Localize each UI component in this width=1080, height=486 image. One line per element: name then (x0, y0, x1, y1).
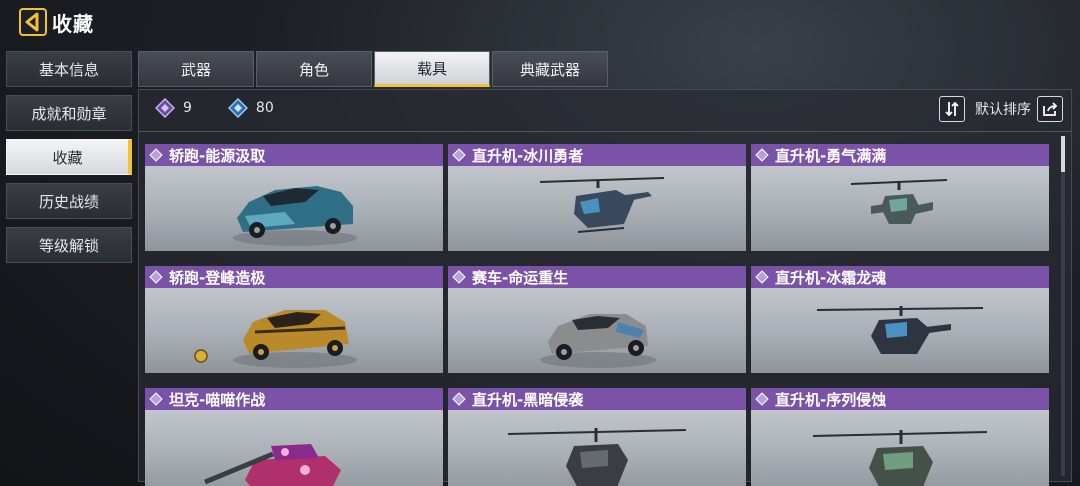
sports-car-image (233, 186, 357, 246)
card-title-bar: 轿跑-能源汲取 (145, 144, 443, 166)
sidebar-item-label: 等级解锁 (38, 236, 99, 255)
vehicle-name: 轿跑-登峰造极 (169, 268, 266, 287)
purple-diamond-icon (155, 98, 175, 118)
helicopter-image (539, 177, 665, 233)
vehicle-name: 赛车-命运重生 (472, 268, 569, 287)
share-icon (1043, 102, 1058, 116)
vehicle-preview (145, 166, 443, 251)
card-title-bar: 直升机-勇气满满 (751, 144, 1049, 166)
tab-label: 载具 (416, 59, 447, 78)
vehicle-card[interactable]: 直升机-勇气满满 (751, 144, 1049, 251)
sidebar-item-label: 成就和勋章 (31, 104, 107, 123)
vehicle-preview (448, 410, 746, 486)
sidebar-item-match-history[interactable]: 历史战绩 (6, 183, 132, 219)
rarity-diamond-icon (755, 392, 769, 406)
rarity-diamond-icon (755, 270, 769, 284)
vehicle-card[interactable]: 赛车-命运重生 (448, 266, 746, 373)
vehicle-card[interactable]: 轿跑-登峰造极 (145, 266, 443, 373)
card-title-bar: 赛车-命运重生 (448, 266, 746, 288)
card-title-bar: 直升机-冰川勇者 (448, 144, 746, 166)
rarity-diamond-icon (149, 392, 163, 406)
rarity-counts: 9 80 (155, 98, 300, 118)
tab-label: 典藏武器 (519, 60, 580, 79)
blue-count: 80 (227, 98, 274, 118)
tab-label: 角色 (298, 60, 329, 79)
card-title-bar: 坦克-喵喵作战 (145, 388, 443, 410)
sidebar-item-achievements[interactable]: 成就和勋章 (6, 95, 132, 131)
card-title-bar: 直升机-黑暗侵袭 (448, 388, 746, 410)
rarity-diamond-icon (149, 148, 163, 162)
sidebar: 基本信息 成就和勋章 收藏 历史战绩 等级解锁 (6, 51, 134, 271)
vehicle-name: 轿跑-能源汲取 (169, 146, 266, 165)
vehicle-preview (751, 288, 1049, 373)
rarity-diamond-icon (452, 270, 466, 284)
vehicle-card[interactable]: 坦克-喵喵作战 (145, 388, 443, 486)
vehicle-card[interactable]: 直升机-黑暗侵袭 (448, 388, 746, 486)
grid-scrollbar[interactable] (1061, 136, 1065, 476)
sort-label[interactable]: 默认排序 (975, 99, 1031, 119)
vehicle-name: 直升机-冰川勇者 (472, 146, 584, 165)
helicopter-image (812, 430, 988, 486)
blue-count-value: 80 (255, 100, 274, 116)
sidebar-item-level-unlock[interactable]: 等级解锁 (6, 227, 132, 263)
card-title-bar: 直升机-冰霜龙魂 (751, 266, 1049, 288)
sort-controls: 默认排序 (939, 96, 1063, 122)
tab-label: 武器 (180, 60, 211, 79)
collection-panel: 9 80 默认排序 轿跑-能源汲取 直升机-冰川勇者 直升机-勇气满满 轿跑-登… (138, 89, 1072, 486)
vehicle-name: 直升机-序列侵蚀 (775, 390, 887, 409)
back-button[interactable] (18, 7, 48, 37)
helicopter-image (816, 306, 984, 354)
vehicle-preview (751, 410, 1049, 486)
purple-count: 9 (155, 98, 192, 118)
vehicle-card[interactable]: 直升机-冰川勇者 (448, 144, 746, 251)
blue-diamond-icon (227, 98, 248, 118)
vehicle-preview (145, 410, 443, 486)
scroll-thumb[interactable] (1061, 136, 1065, 172)
vehicle-card[interactable]: 直升机-冰霜龙魂 (751, 266, 1049, 373)
header: 收藏 (0, 0, 1080, 44)
tab-weapons[interactable]: 武器 (138, 51, 254, 87)
tab-vehicles[interactable]: 载具 (374, 51, 490, 87)
rarity-diamond-icon (755, 148, 769, 162)
sort-arrows-icon (945, 101, 959, 117)
vehicle-name: 直升机-黑暗侵袭 (472, 390, 584, 409)
tab-characters[interactable]: 角色 (256, 51, 372, 87)
sort-toggle-button[interactable] (939, 96, 965, 122)
rarity-diamond-icon (149, 270, 163, 284)
card-title-bar: 轿跑-登峰造极 (145, 266, 443, 288)
tab-legendary-weapons[interactable]: 典藏武器 (492, 51, 608, 87)
back-arrow-icon (19, 8, 47, 36)
vehicle-name: 直升机-勇气满满 (775, 146, 887, 165)
card-title-bar: 直升机-序列侵蚀 (751, 388, 1049, 410)
vehicle-card[interactable]: 直升机-序列侵蚀 (751, 388, 1049, 486)
vehicle-name: 直升机-冰霜龙魂 (775, 268, 887, 287)
tank-image (204, 444, 341, 486)
sidebar-item-basic-info[interactable]: 基本信息 (6, 51, 132, 87)
vehicle-card[interactable]: 轿跑-能源汲取 (145, 144, 443, 251)
sidebar-item-label: 收藏 (52, 148, 83, 167)
race-car-image (540, 314, 656, 368)
vehicle-preview (448, 288, 746, 373)
vehicle-preview (145, 288, 443, 373)
sidebar-item-label: 基本信息 (38, 60, 99, 79)
vehicle-preview (751, 166, 1049, 251)
purple-count-value: 9 (183, 100, 192, 116)
sports-car-image (194, 310, 357, 368)
vehicle-name: 坦克-喵喵作战 (169, 390, 266, 409)
share-button[interactable] (1037, 96, 1063, 122)
rarity-diamond-icon (452, 392, 466, 406)
tab-bar: 武器 角色 载具 典藏武器 (138, 51, 610, 87)
rarity-diamond-icon (452, 148, 466, 162)
header-divider (139, 131, 1071, 132)
sidebar-item-label: 历史战绩 (38, 192, 99, 211)
sidebar-item-collection[interactable]: 收藏 (6, 139, 132, 175)
helicopter-image (507, 428, 687, 486)
helicopter-image (850, 179, 948, 224)
vehicle-preview (448, 166, 746, 251)
page-title: 收藏 (52, 12, 94, 36)
